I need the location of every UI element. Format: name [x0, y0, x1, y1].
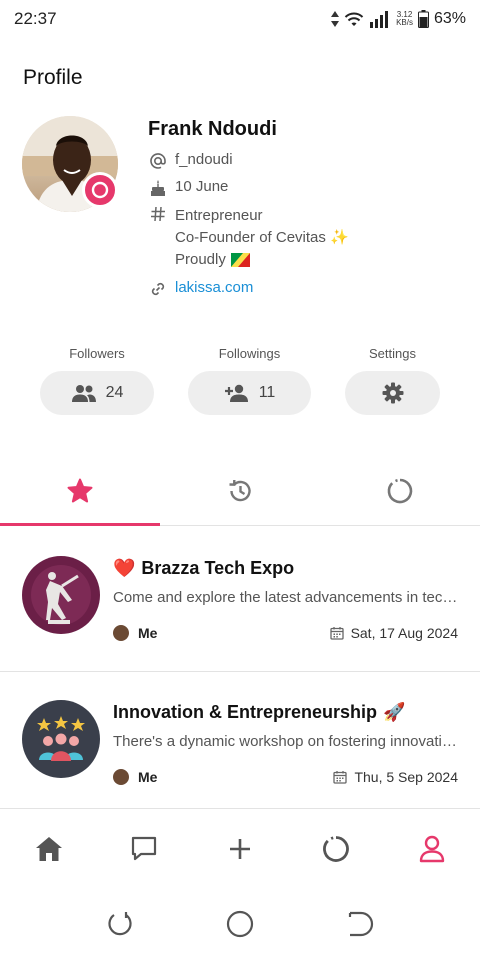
calendar-icon: [329, 627, 344, 640]
link-icon: [148, 279, 168, 298]
birthday-row: 10 June: [148, 178, 468, 197]
gear-icon: [382, 382, 403, 404]
nav-create[interactable]: [220, 829, 260, 869]
list-item[interactable]: Innovation & Entrepreneurship 🚀 There's …: [0, 672, 480, 816]
status-bar: 22:37 3.12 KB/s 63%: [0, 0, 480, 38]
nav-home[interactable]: [29, 829, 69, 869]
ring-icon: [91, 181, 109, 199]
rocket-emoji: 🚀: [383, 702, 406, 722]
battery-icon: [417, 10, 429, 28]
profile-stats: Followers 24 Followings 11 Settings: [0, 346, 480, 426]
bio-line-1: Entrepreneur: [175, 207, 263, 224]
system-home-button[interactable]: [224, 908, 256, 940]
bottom-navigation: [0, 808, 480, 888]
event-date: Sat, 17 Aug 2024: [329, 625, 458, 641]
tab-in-progress[interactable]: [320, 456, 480, 526]
history-icon: [229, 479, 251, 502]
heart-emoji: ❤️: [113, 558, 136, 578]
profile-tabs: [0, 456, 480, 526]
home-circle-icon: [226, 910, 254, 938]
author-name: Me: [138, 769, 158, 785]
list-item[interactable]: ❤️ Brazza Tech Expo Come and explore the…: [0, 528, 480, 672]
event-thumbnail: [22, 700, 100, 778]
settings-button[interactable]: [345, 371, 440, 415]
nav-profile[interactable]: [412, 829, 452, 869]
event-description: There's a dynamic workshop on fostering …: [113, 733, 458, 750]
followings-label: Followings: [218, 346, 281, 361]
back-icon: [348, 911, 374, 937]
home-icon: [36, 837, 62, 861]
tab-favorites[interactable]: [0, 456, 160, 526]
cake-icon: [148, 178, 168, 197]
profile-username: f_ndoudi: [175, 151, 233, 168]
event-date-text: Sat, 17 Aug 2024: [350, 625, 458, 641]
events-list: ❤️ Brazza Tech Expo Come and explore the…: [0, 528, 480, 816]
status-icons: 3.12 KB/s 63%: [331, 10, 466, 28]
people-icon: [71, 385, 96, 402]
profile-name: Frank Ndoudi: [148, 118, 277, 140]
event-date-text: Thu, 5 Sep 2024: [354, 769, 458, 785]
system-navigation-bar: [0, 888, 480, 960]
wifi-icon: [344, 12, 364, 26]
tab-history[interactable]: [160, 456, 320, 526]
event-title-text: Brazza Tech Expo: [141, 558, 295, 578]
system-recents-button[interactable]: [104, 908, 136, 940]
profile-icon: [419, 835, 445, 863]
author-name: Me: [138, 625, 158, 641]
congo-flag-icon: [230, 253, 250, 267]
author-avatar: [113, 769, 129, 785]
event-date: Thu, 5 Sep 2024: [333, 769, 458, 785]
followers-count: 24: [105, 384, 124, 401]
network-speed: 3.12 KB/s: [396, 10, 413, 27]
active-tab-indicator: [0, 523, 160, 526]
followings-count: 11: [258, 384, 276, 401]
loading-circle-icon: [387, 478, 413, 504]
followings-stat: Followings 11: [188, 346, 311, 415]
followers-stat: Followers 24: [40, 346, 154, 415]
bio-row: Entrepreneur Co-Founder of Cevitas ✨ Pro…: [148, 205, 468, 271]
page-title: Profile: [23, 66, 83, 89]
chat-icon: [131, 836, 157, 861]
plus-icon: [230, 839, 250, 859]
recents-icon: [108, 912, 132, 936]
event-thumbnail: [22, 556, 100, 634]
event-author: Me: [113, 625, 157, 641]
system-back-button[interactable]: [344, 908, 376, 940]
profile-info: Frank Ndoudi f_ndoudi 10 June Entreprene…: [148, 118, 468, 306]
website-row: lakissa.com: [148, 279, 468, 298]
followings-button[interactable]: 11: [188, 371, 311, 415]
profile-website-link[interactable]: lakissa.com: [175, 279, 253, 296]
event-title: ❤️ Brazza Tech Expo: [113, 558, 294, 579]
nav-status[interactable]: [316, 829, 356, 869]
status-time: 22:37: [14, 9, 57, 28]
circle-icon: [323, 836, 349, 862]
bio-line-2: Co-Founder of Cevitas ✨: [175, 229, 349, 246]
profile-bio: Entrepreneur Co-Founder of Cevitas ✨ Pro…: [175, 205, 349, 271]
hashtag-icon: [148, 205, 168, 222]
event-title-text: Innovation & Entrepreneurship: [113, 702, 378, 722]
profile-birthday: 10 June: [175, 178, 229, 195]
status-ring-badge: [82, 172, 118, 208]
author-avatar: [113, 625, 129, 641]
signal-icon: [370, 11, 389, 28]
followers-label: Followers: [69, 346, 125, 361]
settings-stat: Settings: [345, 346, 440, 415]
followers-button[interactable]: 24: [40, 371, 154, 415]
username-row: f_ndoudi: [148, 151, 468, 170]
at-icon: [148, 151, 168, 170]
person-add-icon: [224, 384, 248, 402]
settings-label: Settings: [369, 346, 416, 361]
bio-line-3-wrapper: Proudly: [175, 249, 349, 271]
calendar-icon: [333, 771, 348, 784]
event-description: Come and explore the latest advancements…: [113, 589, 458, 606]
event-title: Innovation & Entrepreneurship 🚀: [113, 702, 405, 723]
data-arrows-icon: [331, 11, 340, 27]
bio-line-3: Proudly: [175, 251, 226, 268]
battery-percent: 63%: [433, 10, 466, 27]
star-icon: [67, 478, 93, 503]
nav-chat[interactable]: [124, 829, 164, 869]
event-author: Me: [113, 769, 157, 785]
